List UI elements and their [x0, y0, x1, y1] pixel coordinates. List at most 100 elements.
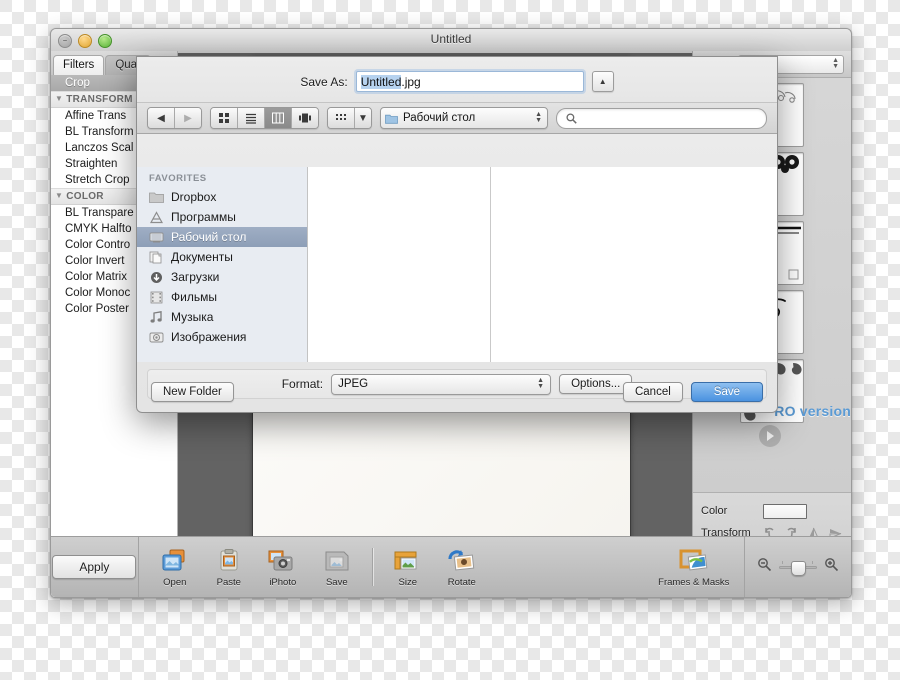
- folder-icon: [149, 192, 164, 203]
- save-as-row: Save As: Untitled .jpg ▲: [137, 57, 777, 102]
- tool-iphoto[interactable]: iPhoto: [257, 546, 309, 588]
- sidebar-item-label: Программы: [171, 210, 236, 224]
- chevron-down-icon[interactable]: ▼: [355, 108, 371, 128]
- tool-label: Save: [325, 577, 348, 588]
- resize-ruler-icon: [382, 546, 434, 576]
- sidebar-item-label: Музыка: [171, 310, 214, 324]
- iphoto-camera-icon: [257, 546, 309, 576]
- documents-icon: [149, 251, 162, 263]
- save-image-icon: [311, 546, 363, 576]
- grid-action-icon[interactable]: [328, 108, 355, 128]
- search-icon: [566, 112, 577, 124]
- tool-label: Size: [398, 577, 418, 588]
- dialog-footer: New Folder Cancel Save: [137, 372, 777, 412]
- window-titlebar: Untitled: [51, 29, 851, 52]
- tool-label: Rotate: [447, 577, 476, 588]
- sidebar-favorites[interactable]: FAVORITES Dropbox Программы Рабочий стол…: [137, 167, 308, 362]
- pictures-icon: [149, 332, 164, 342]
- apply-zone: Apply: [51, 537, 139, 597]
- tool-label: Paste: [216, 577, 241, 588]
- save-as-label: Save As:: [300, 74, 348, 89]
- filter-group-label: COLOR: [66, 191, 104, 202]
- downloads-icon: [151, 271, 162, 283]
- magnifier-plus-icon[interactable]: [824, 557, 839, 577]
- window-title: Untitled: [430, 32, 472, 46]
- tool-label: iPhoto: [269, 577, 297, 588]
- tool-paste[interactable]: Paste: [203, 546, 255, 588]
- sidebar-item-desktop[interactable]: Рабочий стол: [137, 227, 307, 247]
- sidebar-item-programs[interactable]: Программы: [137, 207, 307, 227]
- color-label: Color: [701, 505, 728, 517]
- tool-size[interactable]: Size: [382, 546, 434, 588]
- tool-rotate[interactable]: Rotate: [436, 546, 488, 588]
- list-view-button[interactable]: [238, 108, 265, 128]
- canvas-zoom-slider[interactable]: [778, 560, 817, 576]
- filename-extension: .jpg: [401, 74, 421, 89]
- toolbar-separator: [371, 548, 373, 586]
- play-overlay-icon[interactable]: [759, 425, 781, 447]
- stepper-arrows-icon: ▲ ▼: [535, 111, 542, 124]
- coverflow-view-button[interactable]: [292, 108, 318, 128]
- file-browser[interactable]: FAVORITES Dropbox Программы Рабочий стол…: [137, 167, 777, 362]
- sidebar-item-label: Фильмы: [171, 290, 217, 304]
- location-dropdown[interactable]: Рабочий стол ▲ ▼: [380, 107, 548, 129]
- new-folder-button[interactable]: New Folder: [151, 382, 234, 402]
- color-control-row: Color: [701, 500, 843, 522]
- sidebar-item-label: Рабочий стол: [171, 230, 247, 244]
- location-label: Рабочий стол: [403, 112, 476, 124]
- movies-icon: [150, 291, 163, 303]
- apply-button[interactable]: Apply: [52, 555, 137, 579]
- chevron-down-icon: ▼: [55, 191, 64, 200]
- color-swatch[interactable]: [763, 503, 807, 519]
- sidebar-item-documents[interactable]: Документы: [137, 247, 307, 267]
- browser-column-2[interactable]: [491, 167, 777, 362]
- tool-open[interactable]: Open: [149, 546, 201, 588]
- tool-label: Open: [163, 577, 187, 588]
- sidebar-item-dropbox[interactable]: Dropbox: [137, 187, 307, 207]
- favorites-heading: FAVORITES: [149, 173, 207, 184]
- save-button[interactable]: Save: [690, 382, 763, 402]
- filename-input[interactable]: Untitled .jpg: [355, 71, 584, 92]
- canvas-zoom-controls: [743, 537, 851, 597]
- sidebar-item-label: Изображения: [171, 330, 247, 344]
- applications-icon: [149, 210, 164, 223]
- clipboard-image-icon: [203, 546, 255, 576]
- sidebar-item-music[interactable]: Музыка: [137, 307, 307, 327]
- forward-arrow-icon[interactable]: ▶: [175, 108, 201, 128]
- nav-arrows[interactable]: ◀ ▶: [147, 107, 202, 129]
- column-view-button[interactable]: [265, 108, 292, 128]
- back-arrow-icon[interactable]: ◀: [148, 108, 175, 128]
- tool-label: Frames & Masks: [658, 577, 730, 588]
- tool-save[interactable]: Save: [311, 546, 363, 588]
- music-icon: [150, 310, 162, 323]
- search-input[interactable]: [556, 107, 767, 129]
- magnifier-minus-icon[interactable]: [757, 557, 772, 577]
- chevron-down-icon: ▼: [55, 94, 64, 103]
- action-menu-button[interactable]: ▼: [327, 107, 372, 129]
- sidebar-item-pictures[interactable]: Изображения: [137, 327, 307, 347]
- open-image-icon: [149, 546, 201, 576]
- bottom-toolbar: Apply Open Paste iPhoto Save Size Rotate…: [51, 536, 851, 597]
- browser-column-1[interactable]: [308, 167, 491, 362]
- icon-view-button[interactable]: [211, 108, 238, 128]
- frames-masks-icon: [644, 546, 744, 576]
- tool-frames-masks[interactable]: Frames & Masks: [644, 546, 744, 588]
- sidebar-item-label: Загрузки: [171, 270, 220, 284]
- stepper-arrows-icon: ▲ ▼: [832, 56, 839, 70]
- save-dialog: Save As: Untitled .jpg ▲ ◀ ▶ ▼ Рабочий с…: [136, 56, 778, 413]
- cancel-button[interactable]: Cancel: [622, 382, 683, 402]
- filename-selected-text: Untitled: [360, 74, 402, 89]
- chevron-up-icon[interactable]: ▲: [591, 71, 614, 92]
- sidebar-item-movies[interactable]: Фильмы: [137, 287, 307, 307]
- tab-filters[interactable]: Filters: [53, 55, 105, 75]
- canvas-zoom-thumb[interactable]: [790, 561, 806, 576]
- toolbar-tools: Open Paste iPhoto Save Size Rotate Frame…: [139, 537, 744, 597]
- screen: Untitled Filters Quar Crop ▼ TRANSFORM Af…: [0, 0, 900, 680]
- sidebar-item-downloads[interactable]: Загрузки: [137, 267, 307, 287]
- desktop-icon: [149, 232, 164, 242]
- filter-group-label: TRANSFORM: [66, 94, 133, 105]
- pro-version-watermark: RO version: [774, 403, 851, 419]
- view-mode-segmented-control[interactable]: [210, 107, 319, 129]
- folder-icon: [385, 114, 398, 124]
- sidebar-item-label: Документы: [171, 250, 233, 264]
